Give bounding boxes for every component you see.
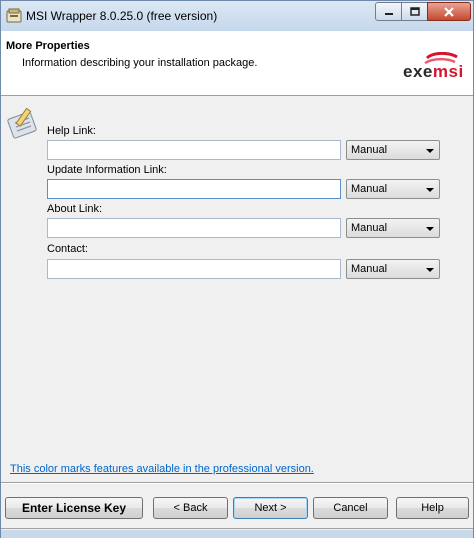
back-button[interactable]: < Back (153, 497, 228, 519)
window-controls (375, 2, 471, 21)
about-link-mode-value: Manual (351, 222, 388, 234)
logo-text-exe: exe (403, 62, 433, 81)
update-info-link-mode-select[interactable]: Manual (346, 179, 440, 199)
logo-text-msi: msi (432, 62, 464, 81)
minimize-icon (384, 12, 393, 15)
contact-mode-value: Manual (351, 263, 388, 275)
about-link-label: About Link: (47, 203, 103, 215)
close-icon (444, 6, 454, 17)
chevron-down-icon (426, 149, 434, 153)
chevron-down-icon (426, 188, 434, 192)
wizard-window: MSI Wrapper 8.0.25.0 (free version) More… (0, 0, 474, 538)
page-subtitle: Information describing your installation… (22, 57, 258, 69)
window-title: MSI Wrapper 8.0.25.0 (free version) (26, 9, 218, 23)
update-info-link-label: Update Information Link: (47, 164, 167, 176)
help-button[interactable]: Help (396, 497, 469, 519)
next-button[interactable]: Next > (233, 497, 308, 519)
pro-version-link[interactable]: This color marks features available in t… (10, 463, 314, 475)
wizard-header: More Properties Information describing y… (1, 31, 473, 96)
help-link-input[interactable] (47, 140, 341, 160)
chevron-down-icon (426, 227, 434, 231)
app-icon (6, 8, 22, 23)
wizard-notepad-icon (7, 107, 37, 139)
help-link-mode-value: Manual (351, 144, 388, 156)
page-title: More Properties (6, 40, 90, 52)
logo-text: exemsi (403, 62, 464, 82)
maximize-icon (409, 7, 420, 16)
chevron-down-icon (426, 268, 434, 272)
minimize-button[interactable] (375, 2, 402, 21)
close-button[interactable] (427, 2, 471, 21)
enter-license-key-button[interactable]: Enter License Key (5, 497, 143, 519)
window-bottom-frame (1, 530, 473, 538)
about-link-input[interactable] (47, 218, 341, 238)
help-link-label: Help Link: (47, 125, 96, 137)
update-info-link-mode-value: Manual (351, 183, 388, 195)
update-info-link-input[interactable] (47, 179, 341, 199)
exemsi-logo: exemsi (403, 52, 471, 88)
cancel-button[interactable]: Cancel (313, 497, 388, 519)
contact-mode-select[interactable]: Manual (346, 259, 440, 279)
about-link-mode-select[interactable]: Manual (346, 218, 440, 238)
contact-label: Contact: (47, 243, 88, 255)
divider (1, 528, 473, 529)
help-link-mode-select[interactable]: Manual (346, 140, 440, 160)
title-bar[interactable]: MSI Wrapper 8.0.25.0 (free version) (1, 1, 473, 31)
maximize-button[interactable] (401, 2, 428, 21)
contact-input[interactable] (47, 259, 341, 279)
divider (1, 482, 473, 484)
